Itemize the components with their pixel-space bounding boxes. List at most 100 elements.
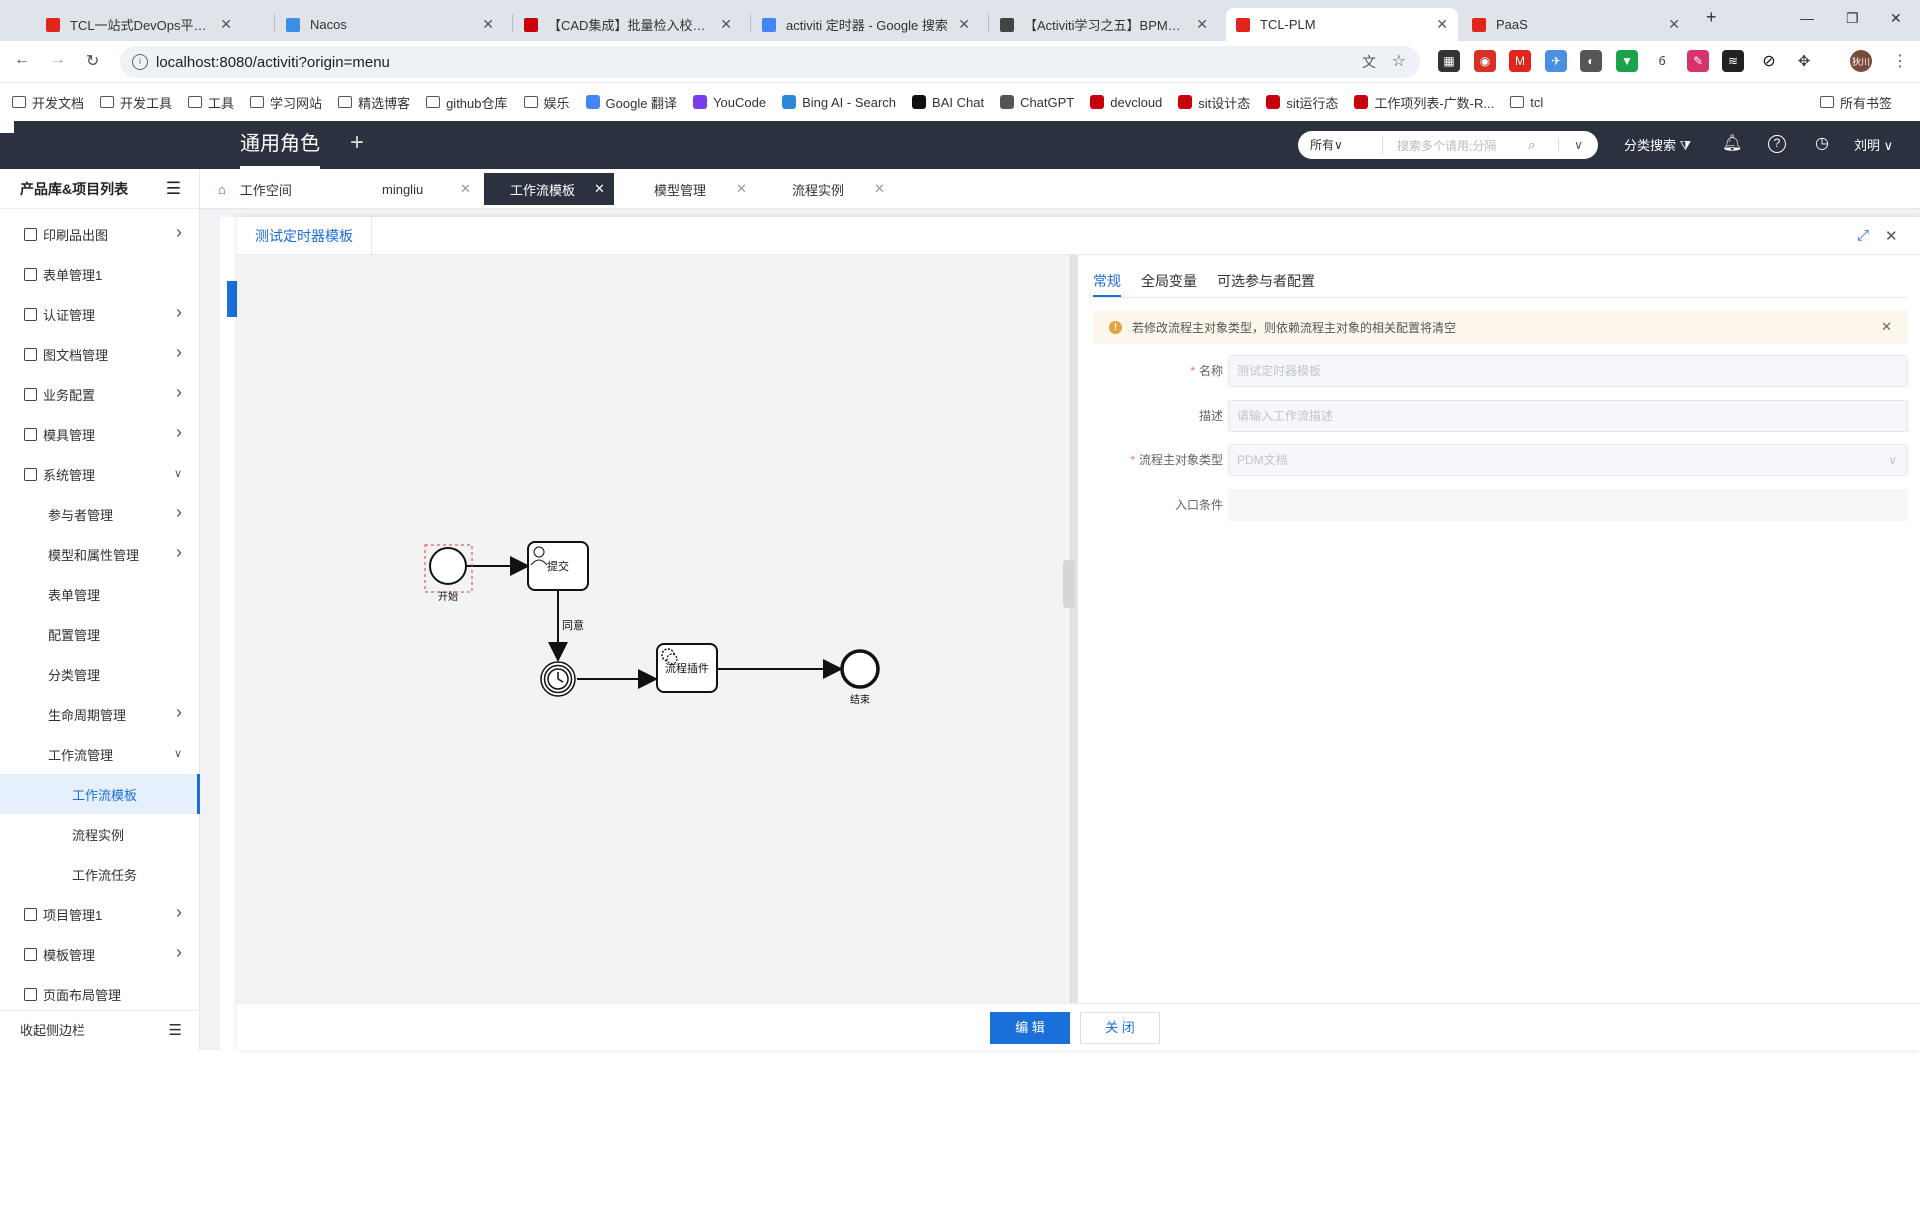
bookmark-item[interactable]: 学习网站: [250, 93, 322, 112]
sidebar-item[interactable]: 项目管理1 ›: [0, 894, 200, 934]
close-icon[interactable]: ✕: [482, 16, 494, 33]
extension-icon[interactable]: ≋: [1722, 50, 1744, 72]
sidebar-item[interactable]: 流程实例: [0, 814, 200, 854]
search-icon[interactable]: ⌕: [1528, 137, 1558, 153]
browser-tab-active[interactable]: TCL-PLM ✕: [1226, 8, 1458, 41]
star-icon[interactable]: ☆: [1392, 51, 1406, 71]
bookmark-item[interactable]: 精选博客: [338, 93, 410, 112]
bookmark-item[interactable]: 娱乐: [523, 93, 570, 112]
bookmark-item[interactable]: YouCode: [693, 95, 766, 110]
sidebar-item[interactable]: 模具管理 ›: [0, 414, 200, 454]
timer-event[interactable]: [540, 661, 576, 697]
close-icon[interactable]: ✕: [1668, 16, 1680, 33]
fullscreen-icon[interactable]: ⤢: [1857, 227, 1869, 244]
start-event[interactable]: 开始: [424, 544, 473, 603]
sidebar-item[interactable]: 模型和属性管理 ›: [0, 534, 200, 574]
sidebar-item[interactable]: 表单管理1: [0, 254, 200, 294]
tab-workflow-template[interactable]: 工作流模板 ✕: [484, 173, 614, 205]
browser-menu-icon[interactable]: ⋮: [1892, 51, 1908, 71]
bookmark-item[interactable]: BAI Chat: [912, 95, 984, 110]
sidebar-item[interactable]: 工作流模板: [0, 774, 200, 814]
tab-mingliu[interactable]: mingliu ✕: [346, 173, 476, 205]
sidebar-item[interactable]: 印刷品出图 ›: [0, 214, 200, 254]
sidebar-item[interactable]: 系统管理 ∨: [0, 454, 200, 494]
sidebar-item[interactable]: 生命周期管理 ›: [0, 694, 200, 734]
extension-icon[interactable]: ▦: [1438, 50, 1460, 72]
translate-icon[interactable]: 文: [1362, 52, 1376, 72]
bookmark-item[interactable]: tcl: [1510, 95, 1543, 110]
browser-tab[interactable]: activiti 定时器 - Google 搜索 ✕: [752, 8, 980, 41]
role-switcher[interactable]: 通用角色: [240, 121, 320, 169]
forward-icon[interactable]: →: [50, 51, 66, 69]
back-icon[interactable]: ←: [14, 51, 30, 69]
bell-icon[interactable]: 🔔︎: [1722, 133, 1742, 153]
browser-tab[interactable]: 【Activiti学习之五】BPMN事 ✕: [990, 8, 1218, 41]
tab-model-management[interactable]: 模型管理 ✕: [622, 173, 752, 205]
description-field[interactable]: 请输入工作流描述: [1228, 400, 1908, 432]
close-icon[interactable]: ✕: [736, 181, 747, 197]
close-button[interactable]: 关 闭: [1080, 1012, 1160, 1044]
entry-condition-field[interactable]: [1228, 489, 1908, 521]
sidebar-item[interactable]: 工作流管理 ∨: [0, 734, 200, 774]
sidebar-item[interactable]: 配置管理: [0, 614, 200, 654]
add-icon[interactable]: +: [350, 129, 364, 157]
bookmark-item[interactable]: 工作项列表-广数-R...: [1354, 93, 1494, 112]
chevron-down-icon[interactable]: ∨: [1558, 138, 1598, 152]
new-tab-button[interactable]: +: [1706, 7, 1717, 28]
sidebar-item[interactable]: 工作流任务: [0, 854, 200, 894]
sidebar-item[interactable]: 页面布局管理: [0, 974, 200, 1004]
close-icon[interactable]: ✕: [1196, 16, 1208, 33]
sidebar-item[interactable]: 模板管理 ›: [0, 934, 200, 974]
extension-icon[interactable]: ▼: [1616, 50, 1638, 72]
window-close-icon[interactable]: ✕: [1890, 10, 1902, 27]
close-icon[interactable]: ✕: [958, 16, 970, 33]
tab-general[interactable]: 常规: [1093, 263, 1121, 297]
close-icon[interactable]: ✕: [1885, 227, 1898, 245]
bookmark-item[interactable]: 开发文档: [12, 93, 84, 112]
browser-tab[interactable]: 【CAD集成】批量检入校验不通 ✕: [514, 8, 742, 41]
bookmark-item[interactable]: devcloud: [1090, 95, 1162, 110]
close-icon[interactable]: ✕: [720, 16, 732, 33]
sidebar-item[interactable]: 业务配置 ›: [0, 374, 200, 414]
sidebar-item[interactable]: 认证管理 ›: [0, 294, 200, 334]
splitter-handle[interactable]: [1063, 560, 1075, 608]
extension-icon[interactable]: б: [1651, 50, 1673, 72]
extension-icon[interactable]: ✎: [1687, 50, 1709, 72]
url-field[interactable]: i localhost:8080/activiti?origin=menu 文 …: [120, 46, 1420, 78]
edit-button[interactable]: 编 辑: [990, 1012, 1070, 1044]
tab-process-instance[interactable]: 流程实例 ✕: [760, 173, 890, 205]
tab-optional-participants[interactable]: 可选参与者配置: [1217, 263, 1315, 297]
extension-icon[interactable]: M: [1509, 50, 1531, 72]
bookmark-item[interactable]: github仓库: [426, 93, 508, 112]
name-field[interactable]: 测试定时器模板: [1228, 355, 1908, 387]
bookmark-item[interactable]: 开发工具: [100, 93, 172, 112]
search-scope-select[interactable]: 所有∨: [1298, 136, 1383, 154]
object-type-select[interactable]: PDM文档 ∨: [1228, 444, 1908, 476]
tab-global-variables[interactable]: 全局变量: [1141, 263, 1197, 297]
sidebar-item[interactable]: 表单管理: [0, 574, 200, 614]
extension-icon[interactable]: ⊘: [1758, 50, 1780, 72]
close-icon[interactable]: ✕: [874, 181, 885, 197]
browser-tab[interactable]: PaaS ✕: [1462, 8, 1690, 41]
close-icon[interactable]: ✕: [460, 181, 471, 197]
sidebar-item[interactable]: 图文档管理 ›: [0, 334, 200, 374]
menu-icon[interactable]: ☰: [166, 169, 181, 209]
search-input[interactable]: 搜索多个请用;分隔: [1383, 137, 1528, 154]
extensions-puzzle-icon[interactable]: ✥: [1793, 50, 1815, 72]
collapse-icon[interactable]: ☰: [169, 1011, 182, 1051]
all-bookmarks[interactable]: 所有书签: [1819, 93, 1892, 112]
dialog-title-tab[interactable]: 测试定时器模板: [237, 217, 372, 255]
bookmark-item[interactable]: 工具: [188, 93, 234, 112]
bookmark-item[interactable]: Bing AI - Search: [782, 95, 896, 110]
help-icon[interactable]: ?: [1768, 135, 1786, 153]
reload-icon[interactable]: ↻: [86, 51, 99, 71]
close-icon[interactable]: ✕: [220, 16, 232, 33]
restore-icon[interactable]: ❐: [1846, 10, 1859, 27]
bookmark-item[interactable]: sit运行态: [1266, 93, 1338, 112]
browser-tab[interactable]: Nacos ✕: [276, 8, 504, 41]
tab-workspace[interactable]: ⌂ 工作空间: [218, 173, 292, 205]
close-icon[interactable]: ✕: [1881, 319, 1892, 335]
user-menu[interactable]: 刘明 ∨: [1854, 135, 1893, 154]
minimize-icon[interactable]: —: [1800, 10, 1814, 26]
bpmn-canvas[interactable]: 开始 提交 同意 流程插件 结束: [237, 255, 1070, 1003]
